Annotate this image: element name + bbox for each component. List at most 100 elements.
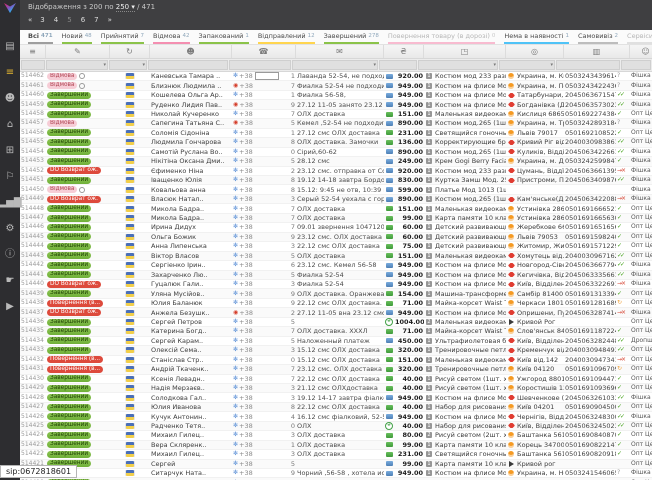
sidebar-item-shop[interactable]: ⊞ (0, 138, 20, 164)
phone-cell[interactable]: ✻+38 (232, 365, 284, 373)
phone-cell[interactable]: ✻+38 (232, 195, 284, 203)
phone-cell[interactable]: ✻+38 (232, 223, 284, 231)
ttn-column[interactable]: ▥ (564, 45, 630, 58)
pager-page[interactable]: 7 (94, 16, 98, 24)
pager-last-icon[interactable]: » (108, 16, 111, 24)
table-row[interactable]: 514461 Відмова Близнюк Людмила .. ◉+38 7… (20, 81, 652, 90)
sidebar-item-info[interactable]: ⓘ (0, 242, 20, 268)
table-row[interactable]: 514440 DO Возврат ож. Гуцалюк Гали.. ✻+3… (20, 280, 652, 289)
address-column[interactable]: ◎ (506, 45, 564, 58)
inline-edit-box[interactable] (255, 72, 279, 80)
table-row[interactable]: 514447 Завершений Микола Бадра.. ✻+38 7 … (20, 214, 652, 223)
table-row[interactable]: 514458 Завершений Николай Кучеренко ✻+38… (20, 110, 652, 119)
phone-cell[interactable]: ◉+38 (232, 309, 284, 317)
table-row[interactable]: 514435 Завершений Катерина Богд.. ✻+38 7… (20, 327, 652, 336)
history-column-filter[interactable] (109, 60, 147, 70)
table-row[interactable]: 514433 Завершений Олексій Сема.. ✻+38 3 … (20, 346, 652, 355)
phone-cell[interactable]: ✻+38 (232, 441, 284, 449)
table-row[interactable]: 514437 DO Возврат ож. Анжела Безушк.. ◉+… (20, 308, 652, 317)
table-row[interactable]: 514424 Завершений Михаил Гилец.. ✻+38 3 … (20, 431, 652, 440)
product-column-filter[interactable] (418, 60, 498, 70)
pager-page[interactable]: 3 (40, 16, 44, 24)
sidebar-item-dashboard[interactable]: ▤ (0, 34, 20, 60)
status-tab[interactable]: Сервіси 0 (627, 30, 652, 44)
phone-cell[interactable]: ✻+38 (232, 356, 284, 364)
table-row[interactable]: 514459 Завершений Руденко Лидия Пав.. ◉+… (20, 100, 652, 109)
phone-cell[interactable]: ✻+38 (232, 167, 284, 175)
table-row[interactable]: 514449 DO Возврат ож. Власюк Натал.. ✻+3… (20, 195, 652, 204)
table-row[interactable]: 514442 Завершений Сергіенко Ірин.. ✻+38 … (20, 261, 652, 270)
pager-page[interactable]: 6 (81, 16, 85, 24)
table-row[interactable]: 514450 Відмова Ковальова анна ✻+38 8 15.… (20, 185, 652, 194)
table-row[interactable]: 514457 Відмова Сапегина Татьяна С.. ◉+38… (20, 119, 652, 128)
phone-cell[interactable]: ✻+38 (232, 469, 284, 477)
comment-column[interactable]: ✉ (296, 45, 384, 58)
product-column[interactable]: ◳ (424, 45, 506, 58)
table-row[interactable]: 514445 Завершений Ольга Божик ✻+38 9 23.… (20, 233, 652, 242)
pager-first-icon[interactable]: « (28, 16, 31, 24)
phone-cell[interactable]: ✻+38 (232, 261, 284, 269)
phone-cell[interactable]: ◉+38 (232, 101, 284, 109)
table-row[interactable]: 514422 Завершений Михаил Гилец.. ✻+38 3 … (20, 450, 652, 459)
table-row[interactable]: 514423 Завершений Вера Скляренк.. ✻+38 1… (20, 441, 652, 450)
phone-cell[interactable]: ✻+38 (232, 110, 284, 118)
status-tab[interactable]: Прийнятий 7 (101, 30, 144, 44)
phone-cell[interactable]: ✻+38 (232, 205, 284, 213)
status-tab[interactable]: Нема в наявності 1 (504, 30, 569, 44)
table-row[interactable]: 514456 Завершений Соломія Сідоніна ✻+38 … (20, 129, 652, 138)
address-column-filter[interactable] (499, 60, 555, 70)
status-tab[interactable]: Самовивіз 2 (578, 30, 618, 44)
manager-column-filter[interactable] (621, 60, 651, 70)
phone-cell[interactable]: ✻+38 (232, 431, 284, 439)
table-row[interactable]: 514460 Завершений Кошелева Ольга Ар.. ✻+… (20, 91, 652, 100)
table-row[interactable]: 514421 Завершений Сергей ✻+38 5 99.00 1 … (20, 460, 652, 469)
status-tab[interactable]: Новий 48 (62, 30, 92, 44)
phone-cell[interactable]: ✻+38 (232, 403, 284, 411)
sidebar-item-handbook[interactable]: ☛ (0, 268, 20, 294)
table-row[interactable]: 514444 Завершений Анна Липенська ✻+38 3 … (20, 242, 652, 251)
table-row[interactable]: 514455 Завершений Людмила Гончарова ✻+38… (20, 138, 652, 147)
manager-column[interactable]: ☺ (630, 45, 652, 58)
table-row[interactable]: 514453 Завершений Нікітіна Оксана Дми.. … (20, 157, 652, 166)
phone-cell[interactable]: ✻+38 (232, 422, 284, 430)
table-row[interactable]: 514441 Завершений Захарченко Лю.. ✻+38 5… (20, 271, 652, 280)
table-row[interactable]: 514439 Завершений Уляна Мусійов.. ✻+38 9… (20, 289, 652, 298)
phone-cell[interactable]: ✻+38 (232, 450, 284, 458)
total-column-filter[interactable] (379, 60, 417, 70)
phone-cell[interactable]: ✻+38 (232, 157, 284, 165)
pager-page[interactable]: 4 (54, 16, 58, 24)
sidebar-item-statistics[interactable]: ▂▅▇ (0, 190, 20, 216)
phone-cell[interactable]: ✻+38 (232, 460, 284, 468)
table-row[interactable]: 514425 Завершений Радченко Тетя.. ✻+38 0… (20, 422, 652, 431)
table-row[interactable]: 514420 Відмова Ситарчук Ната.. ✻+38 9 Чо… (20, 469, 652, 478)
status-column-filter[interactable] (46, 60, 108, 70)
table-row[interactable]: 514448 Завершений Микола Бадра.. ✻+38 7 … (20, 204, 652, 213)
phone-cell[interactable]: ◉+38 (232, 82, 284, 90)
status-column[interactable]: ✎ (46, 45, 110, 58)
status-tab[interactable]: Відмова 42 (153, 30, 189, 44)
table-row[interactable]: 514452 DO Возврат ож. Єфименко Ніна ✻+38… (20, 167, 652, 176)
table-row[interactable]: 514431 Повернення (в... Андрій Ткаченк..… (20, 365, 652, 374)
table-row[interactable]: 514428 Завершений Солодкова Гал.. ✻+38 3… (20, 393, 652, 402)
table-row[interactable]: 514438 Повернення (в... Юлия Баланюк ✻+3… (20, 299, 652, 308)
phone-cell[interactable]: ✻+38 (232, 138, 284, 146)
table-row[interactable]: 514427 Завершений Юлия Иванова ✻+38 8 22… (20, 403, 652, 412)
phone-cell[interactable]: ✻+38 (232, 290, 284, 298)
phone-cell[interactable]: ✻+38 (232, 337, 284, 345)
status-tab[interactable]: Всі 471 (28, 30, 53, 44)
status-tab[interactable]: Повернення товару (в дорозі) 0 (388, 30, 495, 44)
table-row[interactable]: 514451 Завершений Іващенко Юлія ✻+38 8 1… (20, 176, 652, 185)
sidebar-item-campaigns[interactable]: ⚐ (0, 164, 20, 190)
client-column[interactable]: ☻ (150, 45, 232, 58)
app-logo[interactable] (0, 0, 20, 16)
sidebar-item-clients[interactable]: ☻ (0, 86, 20, 112)
phone-cell[interactable]: ✻+38 (232, 242, 284, 250)
phone-cell[interactable]: ✻+38 (232, 129, 284, 137)
table-row[interactable]: 514446 Завершений Ирина Дидух ✻+38 7 09.… (20, 223, 652, 232)
phone-cell[interactable]: ✻+38 (232, 233, 284, 241)
id-column-filter[interactable] (21, 60, 45, 70)
phone-column-filter[interactable] (229, 60, 291, 70)
phone-cell[interactable]: ✻+38 (232, 299, 284, 307)
table-row[interactable]: 514436 Завершений Сергей Петров ✻+38 5 1… (20, 318, 652, 327)
status-tab[interactable]: Запакований 1 (199, 30, 249, 44)
